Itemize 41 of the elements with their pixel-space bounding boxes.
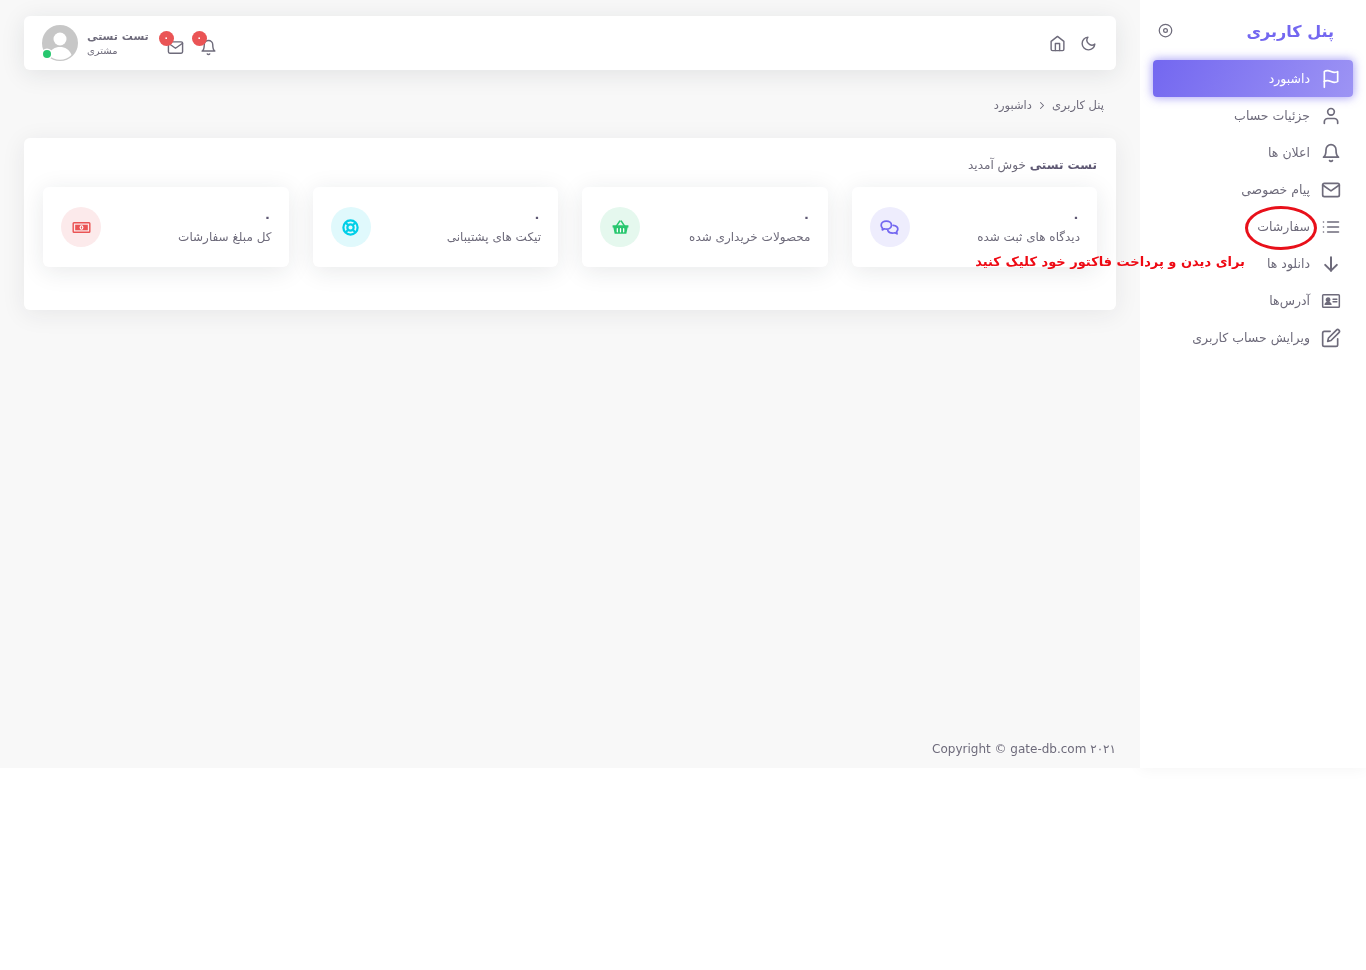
bell-icon xyxy=(1321,142,1341,163)
sidebar-title[interactable]: پنل کاربری xyxy=(1246,21,1334,41)
sidebar-item[interactable]: آدرس‌ها xyxy=(1267,282,1353,319)
sidebar-item[interactable]: پیام خصوصی xyxy=(1239,171,1353,208)
user-role: مشتری xyxy=(87,45,118,56)
flag-icon xyxy=(1321,68,1341,89)
edit-icon xyxy=(1321,327,1341,348)
stat-label: تیکت های پشتیبانی xyxy=(446,229,541,246)
home-icon[interactable] xyxy=(1049,34,1066,52)
stat-value: ۰ xyxy=(1072,210,1080,226)
sidebar-item[interactable]: اعلان ها xyxy=(1266,134,1353,171)
basket-icon xyxy=(600,207,640,247)
sidebar-item[interactable]: سفارشات xyxy=(1255,208,1353,245)
stat-label: کل مبلغ سفارشات xyxy=(178,229,272,246)
welcome-text: تست تستی خوش آمدید xyxy=(967,156,1097,175)
circle-dot-icon[interactable] xyxy=(1158,22,1173,38)
chevron-icon xyxy=(1038,100,1045,110)
sidebar-item[interactable]: دانلود ها xyxy=(1264,245,1353,282)
user-name[interactable]: تست تستی xyxy=(87,30,149,43)
stat-value: ۰ xyxy=(533,210,541,226)
breadcrumb-item[interactable]: پنل کاربری xyxy=(1051,98,1104,112)
breadcrumb-item[interactable]: داشبورد xyxy=(993,98,1032,112)
sidebar-item[interactable]: جزئیات حساب xyxy=(1232,97,1353,134)
count-badge: ۰ xyxy=(158,30,174,46)
user-icon xyxy=(1321,105,1341,126)
stat-value: ۰ xyxy=(802,210,811,226)
mail-icon[interactable] xyxy=(166,38,184,56)
money-icon xyxy=(61,207,101,247)
arrow-down-icon xyxy=(1321,253,1341,274)
moon-icon[interactable] xyxy=(1080,34,1097,52)
sidebar-item[interactable]: داشبورد xyxy=(1153,60,1353,97)
bell-icon[interactable] xyxy=(199,38,217,56)
stat-label: دیدگاه های ثبت شده xyxy=(977,229,1080,246)
sidebar-item[interactable]: ویرایش حساب کاربری xyxy=(1190,319,1353,356)
copyright-text: Copyright © gate-db.com ۲۰۲۱ xyxy=(932,742,1116,756)
stat-label: محصولات خریداری شده xyxy=(689,229,811,246)
stat-value: ۰ xyxy=(263,210,272,226)
count-badge: ۰ xyxy=(191,30,207,46)
chat-icon xyxy=(869,207,910,247)
annotation-text: برای دیدن و پرداخت فاکتور خود کلیک کنید xyxy=(975,254,1245,269)
lifebuoy-icon xyxy=(330,207,371,247)
